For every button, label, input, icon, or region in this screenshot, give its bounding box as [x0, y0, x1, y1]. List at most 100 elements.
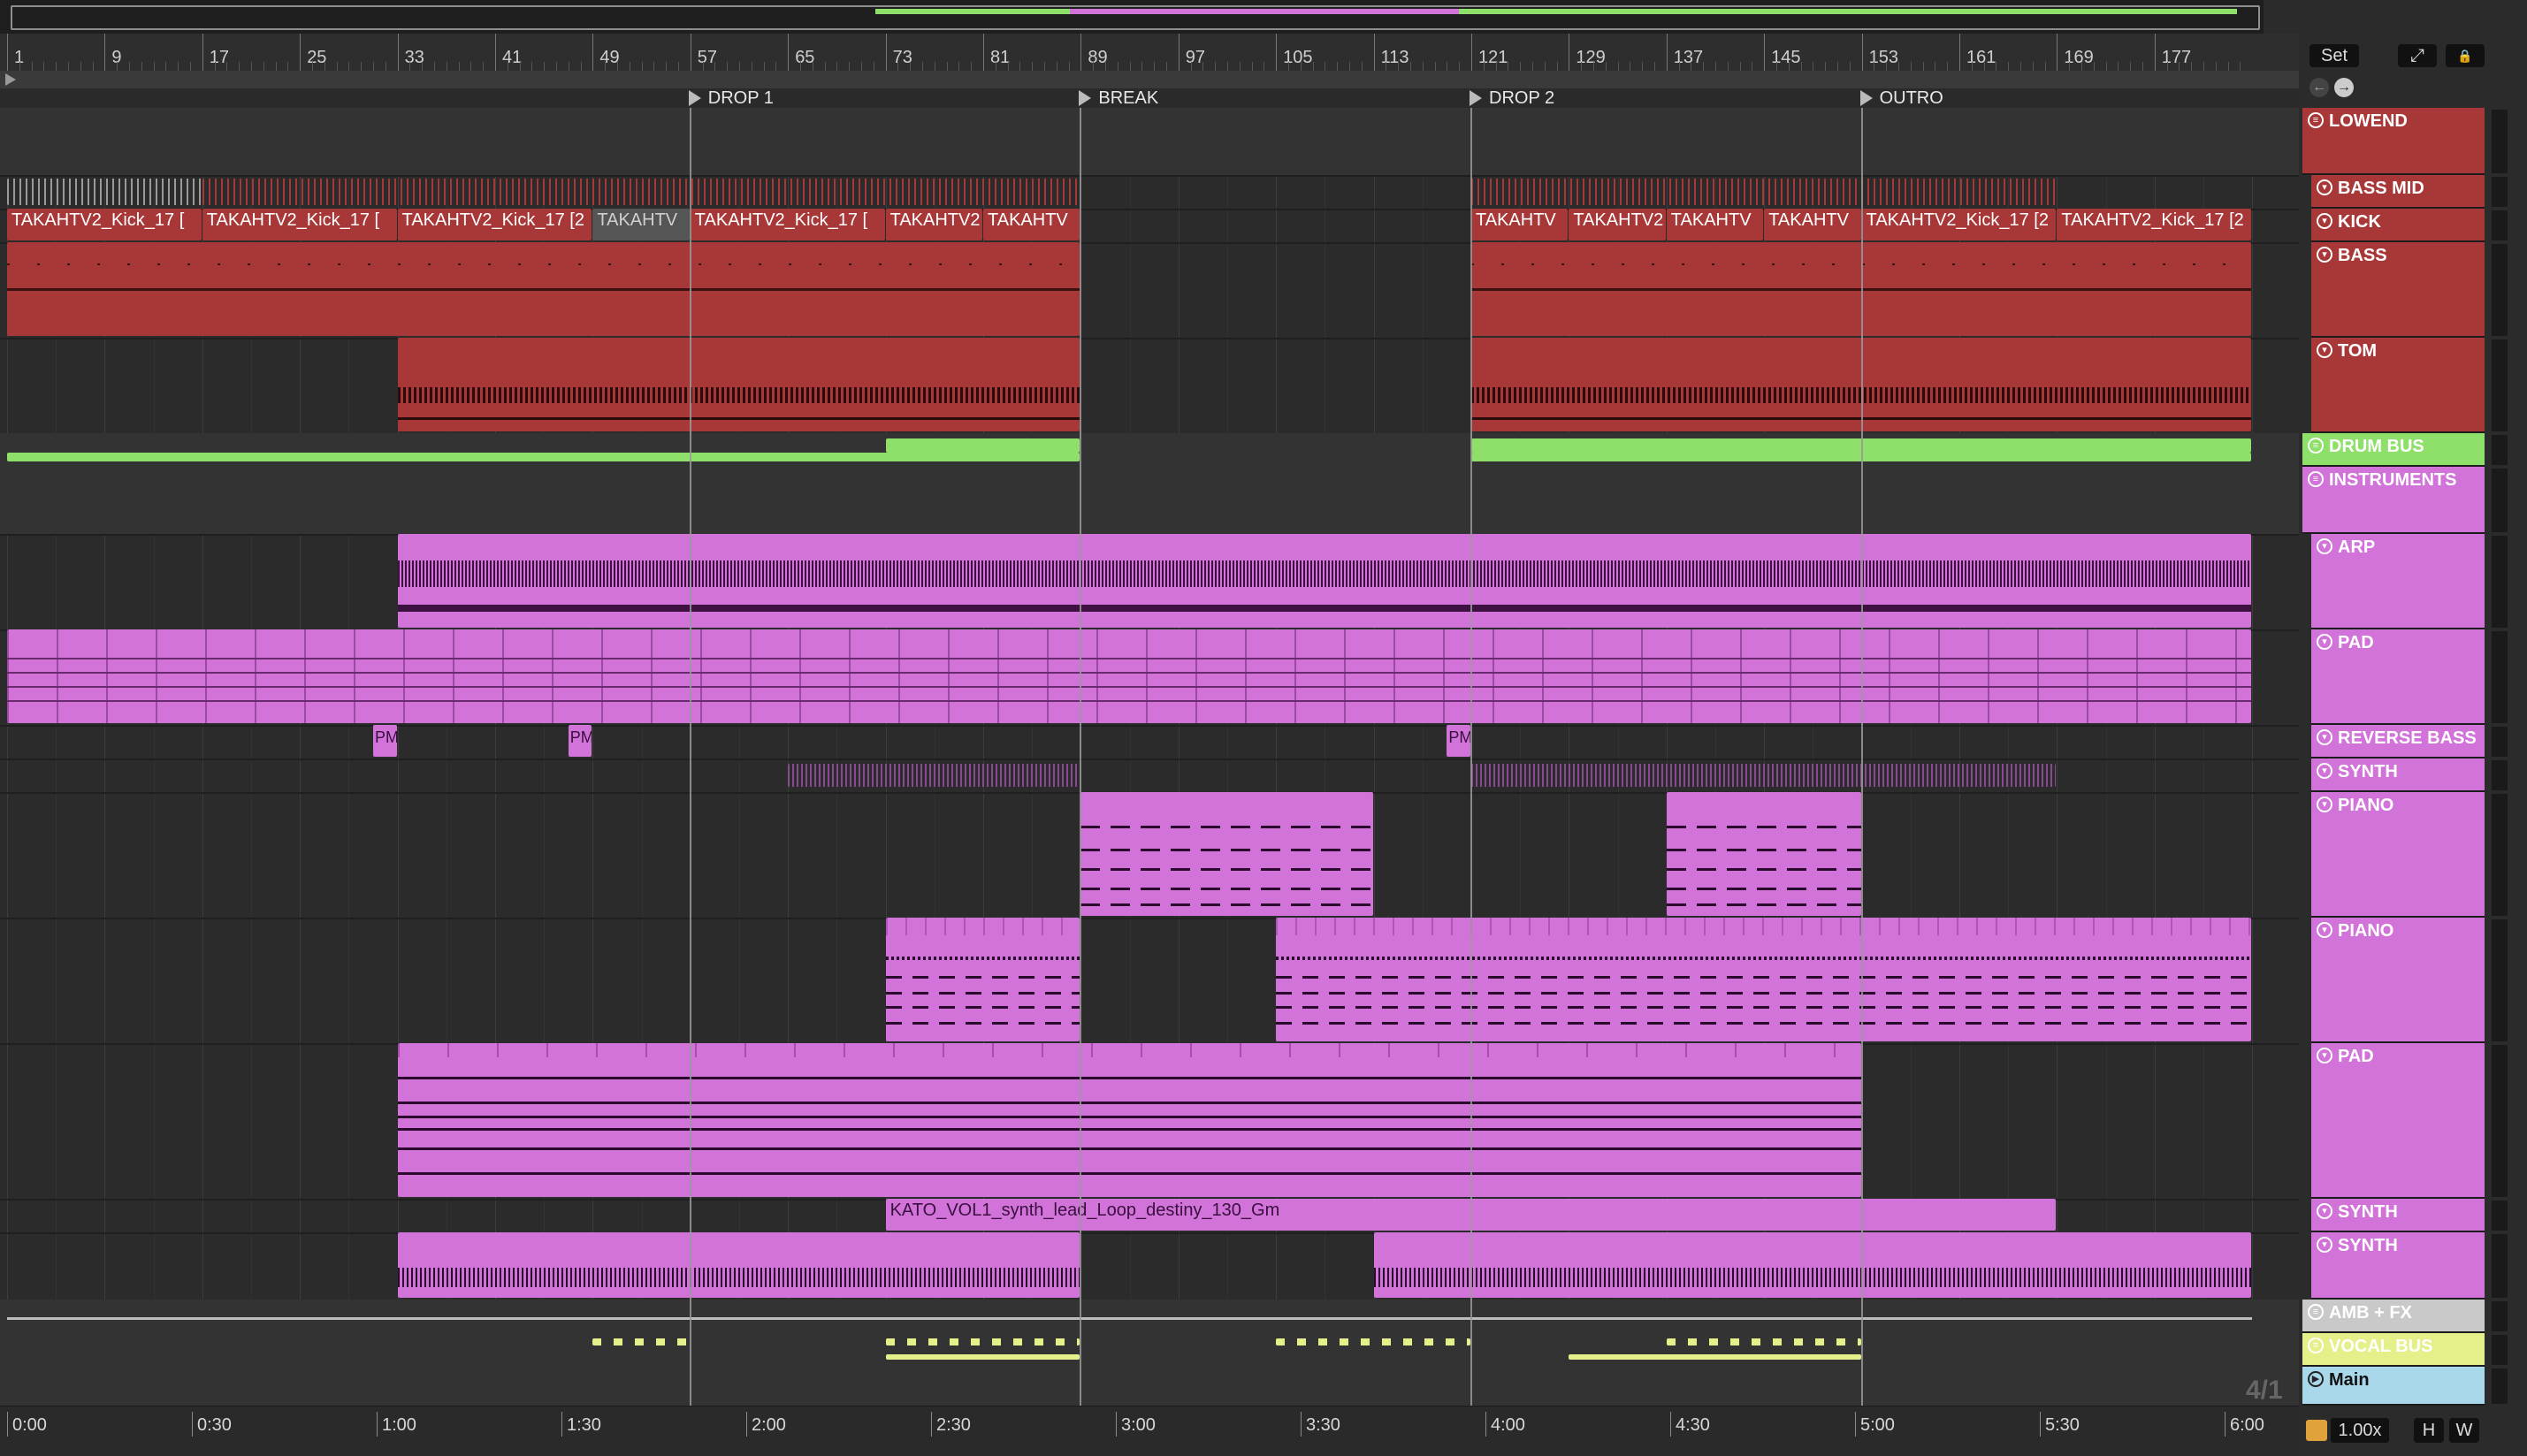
track-fold-icon[interactable]: ▾ — [2317, 1048, 2332, 1063]
locator-triangle-icon[interactable] — [688, 90, 701, 106]
w-button[interactable]: W — [2449, 1418, 2479, 1443]
lock-icon[interactable]: 🔒 — [2446, 44, 2485, 67]
kick-clip[interactable]: TAKAHTV2 — [885, 209, 982, 240]
synth-clip[interactable] — [1373, 1232, 2252, 1298]
track-header-amb-fx[interactable]: ≡ AMB + FX — [2302, 1300, 2485, 1333]
track-header-synth[interactable]: ▾ SYNTH — [2311, 1199, 2485, 1232]
expand-icon[interactable]: ⤢ — [2398, 44, 2437, 67]
synth-clip[interactable] — [1471, 764, 2057, 787]
piano-clip[interactable] — [1080, 792, 1373, 916]
pad-clip[interactable] — [7, 629, 2252, 723]
zoom-level[interactable]: 1.00x — [2331, 1418, 2389, 1443]
time-ruler[interactable]: 0:00 0:30 1:00 1:30 2:00 2:30 3:00 3:30 4:00 4:30… — [0, 1406, 2299, 1456]
track-fold-icon[interactable]: ▾ — [2317, 247, 2332, 263]
track-fold-icon[interactable]: ▾ — [2317, 634, 2332, 650]
track-lane[interactable] — [0, 1333, 2299, 1368]
track-header-pad[interactable]: ▾ PAD — [2311, 1043, 2485, 1199]
kick-clip[interactable]: TAKAHTV2_Kick_17 [ — [690, 209, 885, 240]
track-header-bass-mid[interactable]: ▾ BASS MID — [2311, 175, 2485, 209]
tom-clip[interactable] — [397, 338, 1080, 431]
pm-clip[interactable]: PM — [373, 725, 397, 757]
track-fold-icon[interactable]: ▾ — [2317, 797, 2332, 812]
arrangement-overview[interactable] — [0, 0, 2264, 34]
track-header-synth[interactable]: ▾ SYNTH — [2311, 1232, 2485, 1300]
beat-time-ruler[interactable]: 1 9 17 25 33 41 49 57 65 73 81 89 97 105 113 121 129 137 1… — [0, 34, 2299, 72]
synth-clip[interactable] — [788, 764, 1080, 787]
track-fold-icon[interactable]: ▾ — [2317, 763, 2332, 779]
track-header-pad[interactable]: ▾ PAD — [2311, 629, 2485, 725]
bass-clip[interactable] — [7, 242, 1080, 336]
waveform-icon[interactable] — [2306, 1420, 2327, 1441]
track-fold-icon[interactable]: ▶ — [2308, 1371, 2324, 1387]
kick-clip[interactable]: TAKAHTV2_Kick_17 [2 — [397, 209, 592, 240]
locator-marker[interactable]: DROP 1 — [685, 88, 774, 108]
track-fold-icon[interactable]: ▾ — [2317, 342, 2332, 358]
group-fold-icon[interactable]: ≡ — [2308, 112, 2324, 128]
amb-fx-automation[interactable] — [7, 1317, 2253, 1320]
arrangement-view[interactable]: TAKAHTV2_Kick_17 [TAKAHTV2_Kick_17 [TAKA… — [0, 108, 2299, 1406]
track-fold-icon[interactable]: ▾ — [2317, 538, 2332, 554]
vocal-clip[interactable] — [1666, 1338, 1861, 1345]
vocal-clip[interactable] — [885, 1354, 1080, 1360]
track-lane[interactable] — [0, 467, 2299, 536]
kick-clip[interactable]: TAKAHTV — [592, 209, 690, 240]
pm-clip[interactable]: PM — [568, 725, 592, 757]
pm-clip[interactable]: PM — [1447, 725, 1470, 757]
track-lane[interactable] — [0, 108, 2299, 177]
kick-clip[interactable]: TAKAHTV — [1471, 209, 1569, 240]
drum-bus-clip[interactable] — [885, 438, 1080, 453]
group-fold-icon[interactable]: ≡ — [2308, 1338, 2324, 1353]
drum-bus-clip[interactable] — [7, 453, 1080, 461]
bass-mid-clip[interactable] — [1471, 179, 2057, 205]
track-fold-icon[interactable]: ▾ — [2317, 1237, 2332, 1253]
track-header-synth[interactable]: ▾ SYNTH — [2311, 758, 2485, 792]
track-header-lowend[interactable]: ≡ LOWEND — [2302, 108, 2485, 175]
vocal-clip[interactable] — [1569, 1354, 1861, 1360]
kick-clip[interactable]: TAKAHTV — [1666, 209, 1764, 240]
track-fold-icon[interactable]: ▾ — [2317, 1203, 2332, 1219]
track-header-piano[interactable]: ▾ PIANO — [2311, 792, 2485, 918]
piano-clip[interactable] — [885, 918, 1080, 1041]
vocal-clip[interactable] — [1276, 1338, 1470, 1345]
track-fold-icon[interactable]: ▾ — [2317, 729, 2332, 745]
piano-clip[interactable] — [1666, 792, 1861, 916]
group-fold-icon[interactable]: ≡ — [2308, 471, 2324, 487]
nav-forward-icon[interactable]: → — [2334, 78, 2354, 97]
kick-clip[interactable]: TAKAHTV2 — [1569, 209, 1666, 240]
kick-clip[interactable]: TAKAHTV2_Kick_17 [ — [202, 209, 397, 240]
locator-triangle-icon[interactable] — [1470, 90, 1482, 106]
track-header-vocal-bus[interactable]: ≡ VOCAL BUS — [2302, 1333, 2485, 1367]
loop-start-icon[interactable] — [5, 73, 16, 86]
locator-marker[interactable]: DROP 2 — [1466, 88, 1554, 108]
kick-clip[interactable]: TAKAHTV2_Kick_17 [2 — [1861, 209, 2057, 240]
track-header-bass[interactable]: ▾ BASS — [2311, 242, 2485, 338]
track-header-piano[interactable]: ▾ PIANO — [2311, 918, 2485, 1043]
piano-clip[interactable] — [1276, 918, 2252, 1041]
locator-marker[interactable]: OUTRO — [1857, 88, 1943, 108]
set-button[interactable]: Set — [2309, 44, 2359, 67]
track-header-instruments[interactable]: ≡ INSTRUMENTS — [2302, 467, 2485, 534]
track-header-reverse-bass[interactable]: ▾ REVERSE BASS — [2311, 725, 2485, 758]
track-fold-icon[interactable]: ▾ — [2317, 922, 2332, 938]
locator-triangle-icon[interactable] — [1079, 90, 1092, 106]
kick-clip[interactable]: TAKAHTV2_Kick_17 [ — [7, 209, 202, 240]
synth-clip[interactable] — [397, 1232, 1080, 1298]
track-header-tom[interactable]: ▾ TOM — [2311, 338, 2485, 433]
kick-clip[interactable]: TAKAHTV2_Kick_17 [2 — [2057, 209, 2252, 240]
track-fold-icon[interactable]: ▾ — [2317, 179, 2332, 195]
locator-bar[interactable]: DROP 1 BREAK DROP 2 OUTRO — [0, 88, 2299, 108]
vocal-clip[interactable] — [885, 1338, 1080, 1345]
track-header-drum-bus[interactable]: ≡ DRUM BUS — [2302, 433, 2485, 467]
nav-back-icon[interactable]: ← — [2309, 78, 2329, 97]
bass-mid-clip[interactable] — [202, 179, 1080, 205]
group-fold-icon[interactable]: ≡ — [2308, 438, 2324, 454]
track-lane[interactable] — [0, 725, 2299, 760]
loop-brace-bar[interactable] — [0, 71, 2299, 89]
arp-clip[interactable] — [397, 534, 2252, 628]
locator-marker[interactable]: BREAK — [1075, 88, 1158, 108]
group-fold-icon[interactable]: ≡ — [2308, 1304, 2324, 1320]
pad-clip[interactable] — [397, 1043, 1861, 1197]
track-fold-icon[interactable]: ▾ — [2317, 213, 2332, 229]
track-header-kick[interactable]: ▾ KICK — [2311, 209, 2485, 242]
kick-clip[interactable]: TAKAHTV — [1764, 209, 1861, 240]
